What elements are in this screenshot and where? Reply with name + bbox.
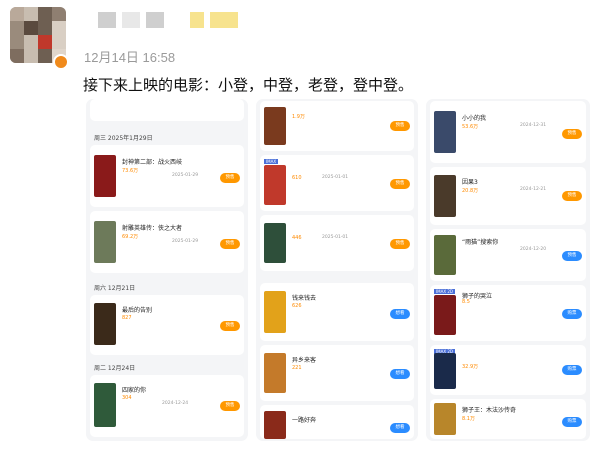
section-date: 周二 12月24日 — [94, 365, 136, 372]
movie-card[interactable]: “雨猫”搜索你 2024-12-20 预售 — [430, 229, 586, 281]
want-count: 20.8万 — [462, 188, 479, 194]
presale-button[interactable]: 预售 — [220, 239, 240, 249]
want-count: 304 — [122, 395, 132, 401]
movie-title: 钱来钱去 — [292, 295, 317, 302]
movie-card[interactable]: 钱来钱去 626 想看 — [260, 283, 414, 341]
movie-card[interactable]: 小小的我 53.6万 2024-12-31 预售 — [430, 101, 586, 163]
release-date: 2024-12-21 — [520, 187, 547, 192]
buy-button[interactable]: 购票 — [562, 417, 582, 427]
post-text: 接下来上映的电影：小登，中登，老登，登中登。 — [83, 76, 414, 94]
presale-button[interactable]: 预售 — [562, 191, 582, 201]
section-date: 周六 12月21日 — [94, 285, 136, 292]
presale-button[interactable]: 预售 — [562, 129, 582, 139]
image-grid: 周三 2025年1月29日 封神第二部：战火西岐 73.6万 2025-01-2… — [86, 99, 590, 445]
movie-title: 射雕英雄传：侠之大者 — [122, 225, 183, 232]
movie-card[interactable]: IMAX 610 2025-01-01 预售 — [260, 155, 414, 211]
want-button[interactable]: 想看 — [390, 369, 410, 379]
movie-poster — [434, 111, 456, 153]
want-count: 446 — [292, 235, 302, 241]
want-count: 626 — [292, 303, 302, 309]
presale-button[interactable]: 预售 — [220, 401, 240, 411]
movie-title: 因果3 — [462, 179, 478, 186]
section-date: 周三 2025年1月29日 — [94, 135, 153, 142]
release-date: 2025-01-01 — [322, 175, 349, 180]
movie-card[interactable]: 射雕英雄传：侠之大者 69.2万 2025-01-29 预售 — [90, 211, 244, 273]
screenshot-3[interactable]: 小小的我 53.6万 2024-12-31 预售 因果3 20.8万 2024-… — [426, 99, 590, 441]
movie-poster — [264, 291, 286, 333]
release-date: 2025-01-29 — [172, 173, 199, 178]
release-date: 2025-01-29 — [172, 239, 199, 244]
movie-card[interactable]: 一路好奔 想看 — [260, 405, 414, 439]
movie-poster — [434, 353, 456, 389]
username-mosaic[interactable] — [98, 12, 238, 30]
presale-button[interactable]: 预售 — [562, 251, 582, 261]
movie-card[interactable]: 封神第二部：战火西岐 73.6万 2025-01-29 预售 — [90, 145, 244, 207]
movie-card[interactable]: IMAX 2D 狮子的哭泣 8.5 购票 — [430, 285, 586, 341]
movie-poster — [434, 175, 456, 217]
movie-poster — [434, 403, 456, 435]
presale-button[interactable]: 预售 — [220, 321, 240, 331]
movie-card[interactable]: 异乡来客 221 想看 — [260, 345, 414, 401]
movie-card[interactable]: 1.9万 预售 — [260, 101, 414, 151]
release-date: 2024-12-20 — [520, 247, 547, 252]
release-date: 2024-12-24 — [162, 401, 189, 406]
movie-poster — [434, 235, 456, 275]
movie-title: 小小的我 — [462, 115, 487, 122]
want-count: 69.2万 — [122, 234, 139, 240]
rating: 8.5 — [462, 299, 470, 305]
presale-button[interactable]: 预售 — [220, 173, 240, 183]
release-date: 2024-12-31 — [520, 123, 547, 128]
movie-title: 一路好奔 — [292, 417, 317, 424]
movie-title: 狮子王：木法沙传奇 — [462, 407, 517, 414]
buy-button[interactable]: 购票 — [562, 309, 582, 319]
movie-title: 最后的告别 — [122, 307, 153, 314]
want-count: 53.6万 — [462, 124, 479, 130]
post-time: 12月14日 16:58 — [84, 50, 176, 65]
screenshot-1[interactable]: 周三 2025年1月29日 封神第二部：战火西岐 73.6万 2025-01-2… — [86, 99, 248, 441]
release-date: 2025-01-01 — [322, 235, 349, 240]
movie-card[interactable]: 因果3 20.8万 2024-12-21 预售 — [430, 167, 586, 225]
movie-poster — [94, 303, 116, 345]
want-count: 221 — [292, 365, 302, 371]
want-count: 32.9万 — [462, 364, 479, 370]
movie-poster — [94, 383, 116, 427]
want-count: 1.9万 — [292, 114, 305, 120]
movie-poster — [264, 107, 286, 145]
movie-poster — [434, 295, 456, 335]
want-count: 8.1万 — [462, 416, 475, 422]
movie-poster — [264, 165, 286, 205]
movie-poster — [94, 155, 116, 197]
movie-poster — [264, 223, 286, 263]
want-count: 610 — [292, 175, 302, 181]
movie-title: 封神第二部：战火西岐 — [122, 159, 183, 166]
movie-title: 异乡来客 — [292, 357, 317, 364]
presale-button[interactable]: 预售 — [390, 239, 410, 249]
want-count: 827 — [122, 315, 132, 321]
movie-title: “雨猫”搜索你 — [462, 239, 499, 246]
movie-poster — [94, 221, 116, 263]
movie-card[interactable]: 狮子王：木法沙传奇 8.1万 购票 — [430, 399, 586, 439]
movie-title: 四家的你 — [122, 387, 147, 394]
movie-card[interactable]: IMAX 2D 32.9万 购票 — [430, 345, 586, 395]
movie-card[interactable]: 四家的你 304 2024-12-24 预售 — [90, 375, 244, 437]
screenshot-2[interactable]: 1.9万 预售 IMAX 610 2025-01-01 预售 446 2025-… — [256, 99, 418, 441]
movie-poster — [264, 353, 286, 393]
want-button[interactable]: 想看 — [390, 309, 410, 319]
verified-badge-icon — [53, 54, 69, 70]
want-button[interactable]: 想看 — [390, 423, 410, 433]
movie-poster — [264, 411, 286, 439]
movie-card[interactable]: 最后的告别 827 预售 — [90, 295, 244, 355]
buy-button[interactable]: 购票 — [562, 365, 582, 375]
movie-card[interactable]: 446 2025-01-01 预售 — [260, 215, 414, 271]
presale-button[interactable]: 预售 — [390, 179, 410, 189]
want-count: 73.6万 — [122, 168, 139, 174]
presale-button[interactable]: 预售 — [390, 121, 410, 131]
